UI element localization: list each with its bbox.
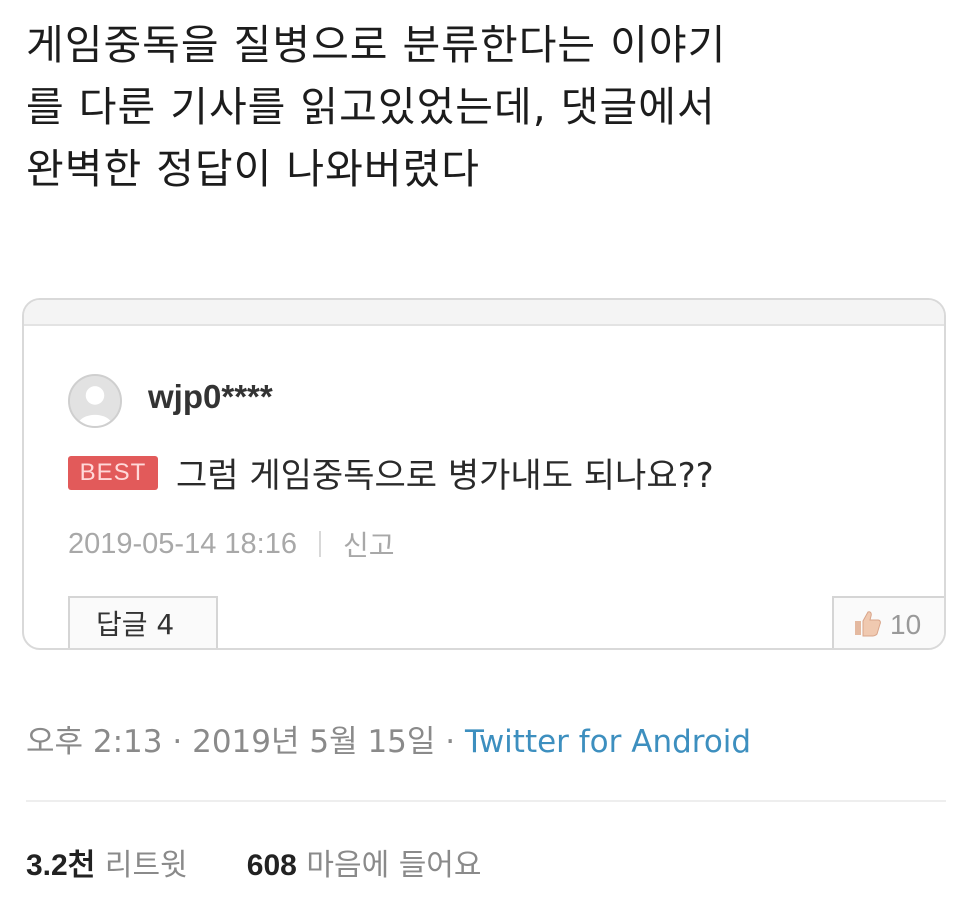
retweet-label[interactable]: 리트윗 [105, 848, 188, 883]
card-top-bar [24, 300, 944, 326]
like-count: 10 [890, 609, 922, 640]
like-label[interactable]: 마음에 들어요 [306, 848, 481, 883]
like-count-total[interactable]: 608 [247, 849, 297, 882]
report-link[interactable]: 신고 [343, 524, 395, 564]
engagement-stats: 3.2천 리트윗 608 마음에 들어요 [26, 840, 482, 884]
tweet-source-link[interactable]: Twitter for Android [465, 724, 751, 760]
tweet-time: 오후 2:13 [26, 724, 163, 760]
comment-text: 그럼 게임중독으로 병가내도 되나요?? [176, 456, 714, 496]
meta-separator: · [445, 724, 456, 760]
embedded-comment-screenshot: wjp0**** BEST 그럼 게임중독으로 병가내도 되나요?? 2019-… [22, 298, 946, 650]
retweet-count[interactable]: 3.2천 [26, 849, 95, 882]
tweet-text: 게임중독을 질병으로 분류한다는 이야기 를 다룬 기사를 읽고있었는데, 댓글… [26, 21, 727, 193]
best-badge: BEST [68, 456, 158, 490]
user-avatar-icon[interactable] [68, 374, 122, 428]
tweet-meta: 오후 2:13 · 2019년 5월 15일 · Twitter for And… [26, 716, 751, 761]
comment-meta: 2019-05-14 18:16 신고 [68, 524, 395, 564]
comment-timestamp: 2019-05-14 18:16 [68, 527, 297, 560]
like-button[interactable]: 10 [832, 596, 944, 648]
comment-username[interactable]: wjp0**** [148, 378, 273, 416]
divider [26, 800, 946, 802]
reply-button[interactable]: 답글 4 [68, 596, 218, 648]
tweet-date[interactable]: 2019년 5월 15일 [192, 724, 435, 760]
meta-divider [318, 531, 321, 557]
thumbs-up-icon [852, 608, 882, 642]
meta-separator: · [172, 724, 183, 760]
